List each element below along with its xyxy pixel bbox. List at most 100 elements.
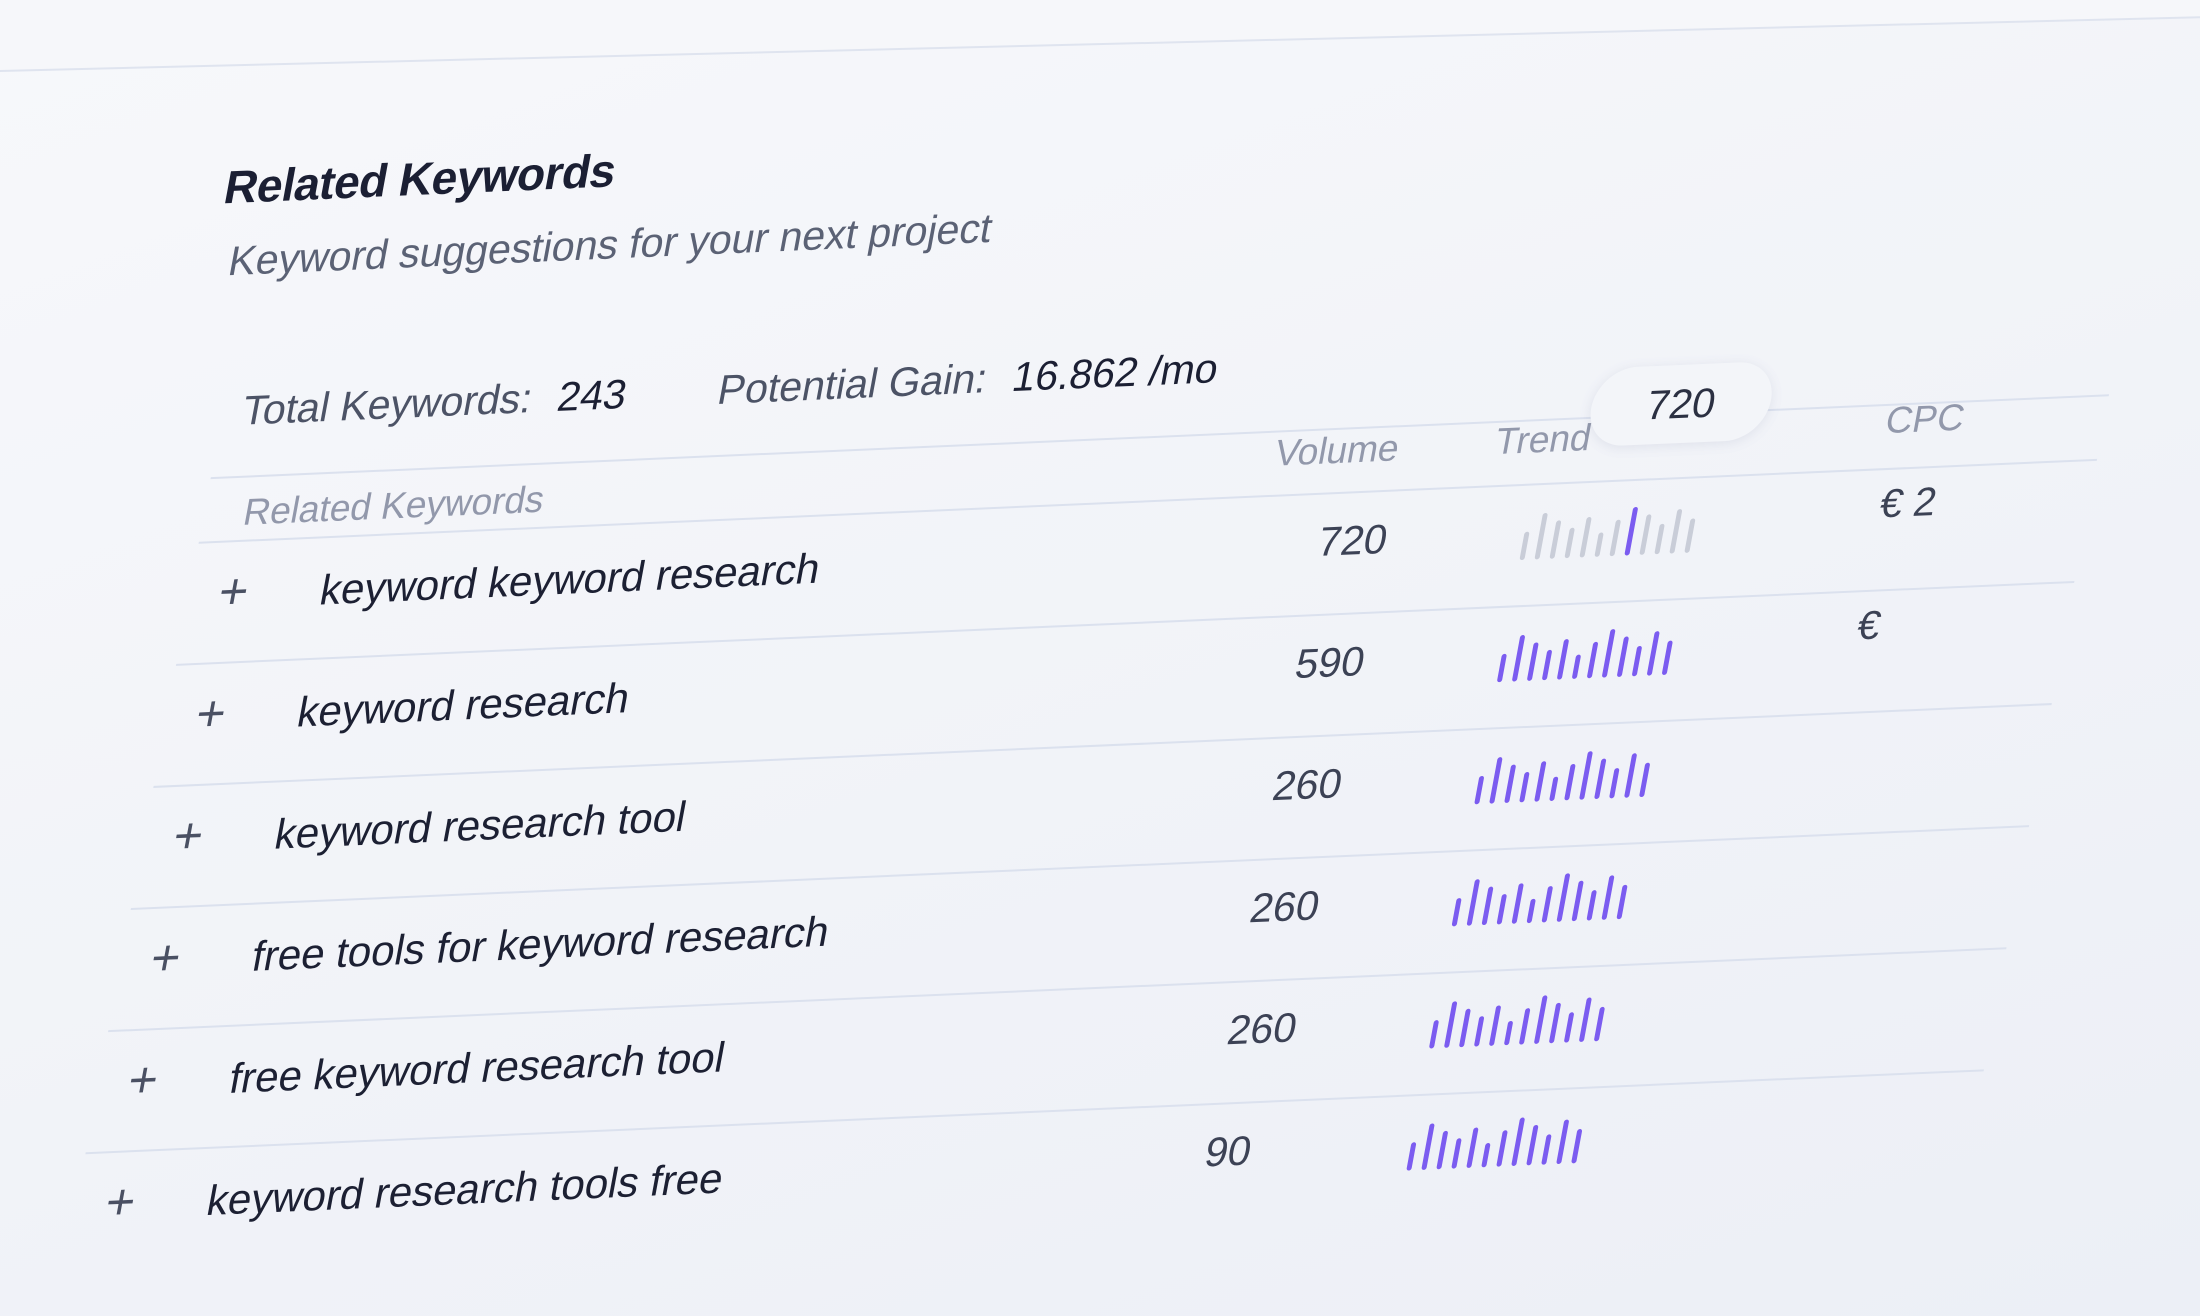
trend-bar: [1602, 629, 1616, 678]
trend-bar: [1436, 1130, 1448, 1170]
trend-bar: [1496, 1130, 1508, 1167]
trend-bar: [1639, 514, 1652, 555]
trend-bar: [1451, 1138, 1462, 1169]
plus-icon[interactable]: +: [146, 929, 186, 987]
volume-value: 260: [1246, 881, 1324, 932]
keyword-text: keyword research: [293, 673, 634, 736]
trend-bar: [1519, 771, 1530, 803]
trend-bar: [1534, 995, 1548, 1044]
trend-bar: [1534, 761, 1547, 802]
potential-gain-value: 16.862 /mo: [1008, 344, 1223, 401]
keyword-text: keyword research tools free: [203, 1154, 728, 1225]
trend-bar: [1489, 757, 1503, 804]
keyword-text: keyword keyword research: [316, 544, 825, 614]
trend-sparkline[interactable]: [1400, 1102, 1602, 1175]
trend-bar: [1429, 1020, 1439, 1049]
trend-bar: [1527, 642, 1539, 681]
trend-bar: [1571, 1129, 1583, 1164]
plus-icon[interactable]: +: [124, 1051, 164, 1109]
trend-bar: [1549, 776, 1559, 801]
trend-bar: [1511, 1117, 1525, 1166]
trend-bar: [1549, 1002, 1561, 1044]
cpc-value: € 2: [1876, 479, 1941, 527]
trend-tooltip: 720: [1583, 360, 1779, 448]
trend-bar: [1557, 639, 1569, 680]
trend-bar: [1594, 758, 1607, 800]
trend-bar: [1526, 898, 1536, 924]
potential-gain-label: Potential Gain:: [714, 354, 992, 414]
trend-bar: [1684, 518, 1696, 553]
card-title: Related Keywords: [220, 143, 621, 214]
column-header-trend[interactable]: Trend: [1492, 417, 1595, 464]
trend-bar: [1406, 1142, 1417, 1171]
trend-bar: [1512, 635, 1525, 682]
trend-bar: [1617, 636, 1629, 677]
volume-value: 260: [1223, 1004, 1301, 1054]
trend-bar: [1496, 894, 1507, 925]
column-header-volume[interactable]: Volume: [1272, 427, 1403, 475]
trend-bar: [1609, 768, 1620, 799]
trend-bar: [1474, 775, 1484, 805]
keyword-text: free tools for keyword research: [248, 907, 834, 980]
trend-bar: [1609, 519, 1621, 557]
trend-bar: [1662, 640, 1673, 675]
trend-bar: [1497, 653, 1507, 683]
trend-bar: [1526, 1124, 1539, 1166]
top-divider: [0, 0, 2200, 73]
trend-bar: [1534, 512, 1548, 560]
trend-bar: [1594, 1006, 1605, 1042]
trend-bar: [1556, 1119, 1569, 1165]
trend-bar: [1616, 884, 1628, 920]
total-keywords-value: 243: [553, 370, 631, 421]
trend-bar: [1504, 764, 1516, 803]
trend-bar: [1519, 1008, 1531, 1045]
volume-value: 90: [1201, 1127, 1256, 1176]
trend-bar: [1594, 532, 1604, 557]
plus-icon[interactable]: +: [101, 1173, 141, 1231]
trend-sparkline[interactable]: [1513, 492, 1715, 565]
trend-bar: [1572, 654, 1581, 679]
trend-bar: [1481, 886, 1494, 926]
trend-bar: [1481, 1143, 1491, 1168]
trend-bar: [1564, 763, 1576, 801]
trend-bar: [1564, 527, 1575, 559]
trend-sparkline[interactable]: [1490, 614, 1692, 687]
trend-bar: [1421, 1123, 1435, 1170]
volume-value: 720: [1314, 515, 1392, 566]
trend-bar: [1564, 1012, 1574, 1043]
trend-bar: [1579, 751, 1593, 800]
column-header-keyword[interactable]: Related Keywords: [240, 478, 548, 533]
trend-bar: [1542, 649, 1552, 681]
trend-bar: [1579, 997, 1592, 1042]
trend-bar: [1541, 886, 1553, 923]
trend-bar: [1541, 1134, 1552, 1165]
column-header-cpc[interactable]: CPC: [1882, 396, 1968, 442]
trend-bar: [1451, 898, 1462, 927]
plus-icon[interactable]: +: [169, 807, 209, 865]
trend-sparkline[interactable]: [1467, 736, 1669, 809]
trend-bar: [1601, 875, 1615, 920]
plus-icon[interactable]: +: [214, 562, 254, 620]
trend-bar: [1459, 1008, 1471, 1048]
trend-bar: [1624, 507, 1638, 556]
keyword-text: free keyword research tool: [225, 1033, 730, 1103]
related-keywords-card: Related Keywords Keyword suggestions for…: [85, 77, 2128, 1231]
page: Related Keywords Keyword suggestions for…: [0, 0, 2200, 1316]
trend-sparkline[interactable]: [1445, 858, 1647, 931]
trend-bar: [1624, 753, 1637, 798]
trend-sparkline[interactable]: [1422, 980, 1624, 1053]
plus-icon[interactable]: +: [191, 684, 231, 742]
trend-bar: [1504, 1020, 1513, 1046]
trend-bar: [1571, 880, 1584, 922]
card-subtitle: Keyword suggestions for your next projec…: [224, 204, 997, 285]
trend-bar: [1466, 879, 1480, 926]
trend-bar: [1586, 890, 1597, 921]
trend-bar: [1579, 517, 1592, 558]
trend-bar: [1639, 762, 1650, 798]
volume-value: 590: [1291, 637, 1369, 688]
trend-bar: [1669, 509, 1683, 554]
trend-bar: [1466, 1127, 1479, 1168]
trend-bar: [1647, 631, 1660, 676]
trend-bar: [1654, 523, 1665, 555]
volume-value: 260: [1269, 759, 1347, 810]
